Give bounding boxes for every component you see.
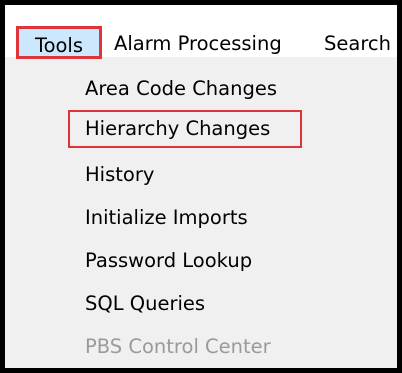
menu-search[interactable]: Search: [324, 29, 391, 59]
menu-item-history[interactable]: History: [85, 160, 154, 190]
window-frame: Tools Alarm Processing Search Area Code …: [0, 0, 402, 373]
menu-item-hierarchy-changes[interactable]: Hierarchy Changes: [68, 110, 302, 148]
menu-item-sql-queries[interactable]: SQL Queries: [85, 289, 205, 319]
menu-bar: Tools Alarm Processing Search: [5, 5, 397, 59]
menu-item-area-code-changes[interactable]: Area Code Changes: [85, 74, 277, 104]
menu-alarm-processing[interactable]: Alarm Processing: [114, 29, 282, 59]
tools-dropdown-menu: Area Code Changes Hierarchy Changes Hist…: [5, 60, 397, 368]
menu-tools[interactable]: Tools: [16, 26, 102, 59]
menu-item-password-lookup[interactable]: Password Lookup: [85, 246, 252, 276]
menu-item-initialize-imports[interactable]: Initialize Imports: [85, 203, 248, 233]
menu-item-pbs-control-center: PBS Control Center: [85, 335, 271, 358]
